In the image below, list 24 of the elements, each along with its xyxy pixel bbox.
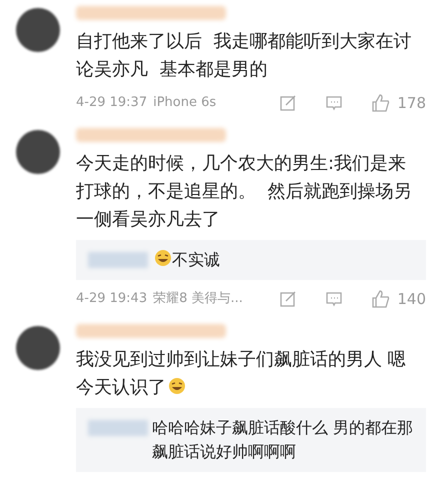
laughing-emoji-icon [168, 377, 186, 395]
blurred-username [88, 420, 148, 436]
comment-text: 我没见到过帅到让妹子们飙脏话的男人 嗯今天认识了 [76, 348, 407, 400]
avatar[interactable] [16, 8, 60, 52]
comment-time: 4-29 19:37 [76, 94, 148, 112]
comment-time: 4-29 19:43 [76, 290, 148, 308]
reply-text: 不实诚 [152, 248, 220, 272]
thumbs-up-icon[interactable] [371, 289, 392, 309]
edit-icon[interactable] [279, 94, 298, 112]
laughing-emoji-icon [154, 249, 172, 267]
blurred-username [88, 252, 148, 268]
comment-icon[interactable] [325, 290, 344, 308]
device-name: iPhone 6s [153, 94, 218, 112]
comment-text: 今天走的时候，几个农大的男生:我们是来打球的，不是追星的。 然后就跑到操场另一侧看吴亦凡去了 [76, 152, 412, 232]
comment-text: 自打他来了以后 我走哪都能听到大家在讨论吴亦凡 基本都是男的 [76, 30, 412, 82]
edit-icon[interactable] [279, 290, 298, 308]
reply-text: 哈哈哈妹子飙脏话酸什么 男的都在那飙脏话说好帅啊啊啊 [152, 417, 414, 463]
avatar[interactable] [16, 130, 60, 174]
thumbs-up-icon[interactable] [371, 93, 392, 113]
avatar[interactable] [16, 326, 60, 370]
comment-icon[interactable] [325, 94, 344, 112]
device-name: 荣耀8 美得与... [153, 290, 244, 308]
like-count: 178 [397, 92, 426, 114]
like-count: 140 [397, 288, 426, 310]
